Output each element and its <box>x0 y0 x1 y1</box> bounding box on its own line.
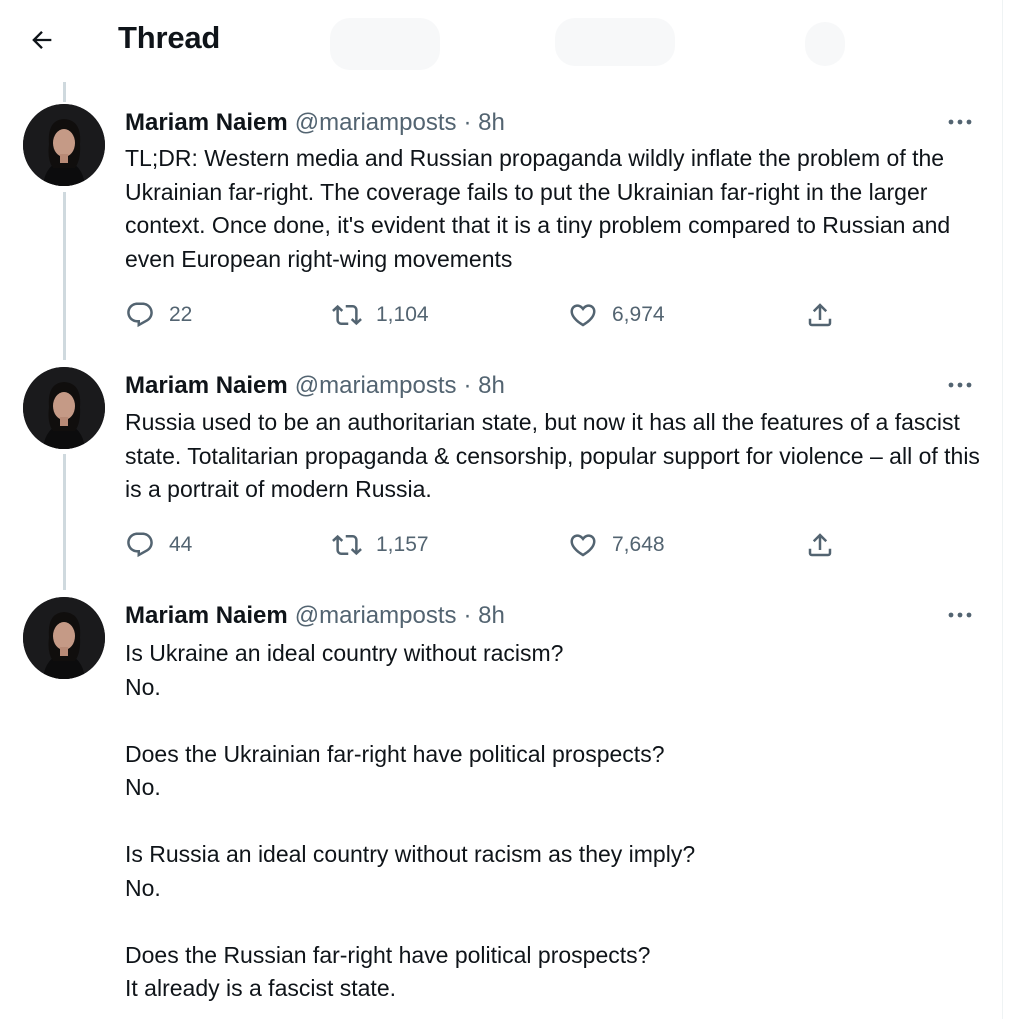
page-title: Thread <box>118 20 221 55</box>
arrow-left-icon <box>32 31 52 49</box>
share-button[interactable] <box>805 525 835 565</box>
retweet-icon <box>332 304 362 326</box>
heart-icon <box>570 534 596 557</box>
tweet-actions: 44 1,157 7,648 <box>125 525 855 565</box>
tweet-timestamp[interactable]: · 8h <box>463 109 504 137</box>
share-icon <box>808 303 832 327</box>
author-handle[interactable]: @mariamposts <box>295 109 457 137</box>
header-background-blur <box>805 22 845 66</box>
reply-count: 44 <box>169 533 193 556</box>
reply-icon <box>127 532 153 558</box>
retweet-button[interactable]: 1,157 <box>332 525 429 565</box>
avatar[interactable] <box>23 597 105 679</box>
share-icon <box>808 533 832 557</box>
retweet-count: 1,157 <box>376 533 429 556</box>
reply-icon <box>127 302 153 328</box>
tweet-text: Russia used to be an authoritarian state… <box>125 409 980 502</box>
author-handle[interactable]: @mariamposts <box>295 602 457 630</box>
more-horizontal-icon <box>948 382 972 388</box>
like-count: 6,974 <box>612 303 665 326</box>
reply-button[interactable]: 22 <box>125 295 192 335</box>
back-button[interactable] <box>20 18 64 62</box>
tweet-timestamp[interactable]: · 8h <box>463 602 504 630</box>
like-count: 7,648 <box>612 533 665 556</box>
like-button[interactable]: 6,974 <box>568 295 665 335</box>
tweet-actions: 22 1,104 6,974 <box>125 295 855 335</box>
more-options-button[interactable] <box>940 603 980 627</box>
more-options-button[interactable] <box>940 373 980 397</box>
more-options-button[interactable] <box>940 110 980 134</box>
thread-connector-line <box>63 192 66 360</box>
retweet-button[interactable]: 1,104 <box>332 295 429 335</box>
more-horizontal-icon <box>948 119 972 125</box>
thread-connector-line <box>63 454 66 590</box>
share-button[interactable] <box>805 295 835 335</box>
author-handle[interactable]: @mariamposts <box>295 372 457 400</box>
author-name[interactable]: Mariam Naiem <box>125 602 288 630</box>
tweet-timestamp[interactable]: · 8h <box>463 372 504 400</box>
author-name[interactable]: Mariam Naiem <box>125 372 288 400</box>
reply-button[interactable]: 44 <box>125 525 192 565</box>
reply-count: 22 <box>169 303 193 326</box>
avatar[interactable] <box>23 104 105 186</box>
column-border <box>1002 0 1003 1019</box>
more-horizontal-icon <box>948 612 972 618</box>
heart-icon <box>570 304 596 327</box>
like-button[interactable]: 7,648 <box>568 525 665 565</box>
header-background-blur <box>555 18 675 66</box>
header-background-blur <box>330 18 440 70</box>
thread-connector-line <box>63 82 66 102</box>
author-name[interactable]: Mariam Naiem <box>125 109 288 137</box>
avatar[interactable] <box>23 367 105 449</box>
thread-header: Thread <box>0 0 1002 80</box>
retweet-icon <box>332 534 362 556</box>
retweet-count: 1,104 <box>376 303 429 326</box>
tweet-text: TL;DR: Western media and Russian propaga… <box>125 145 951 272</box>
tweet-text: Is Ukraine an ideal country without raci… <box>125 640 696 1001</box>
